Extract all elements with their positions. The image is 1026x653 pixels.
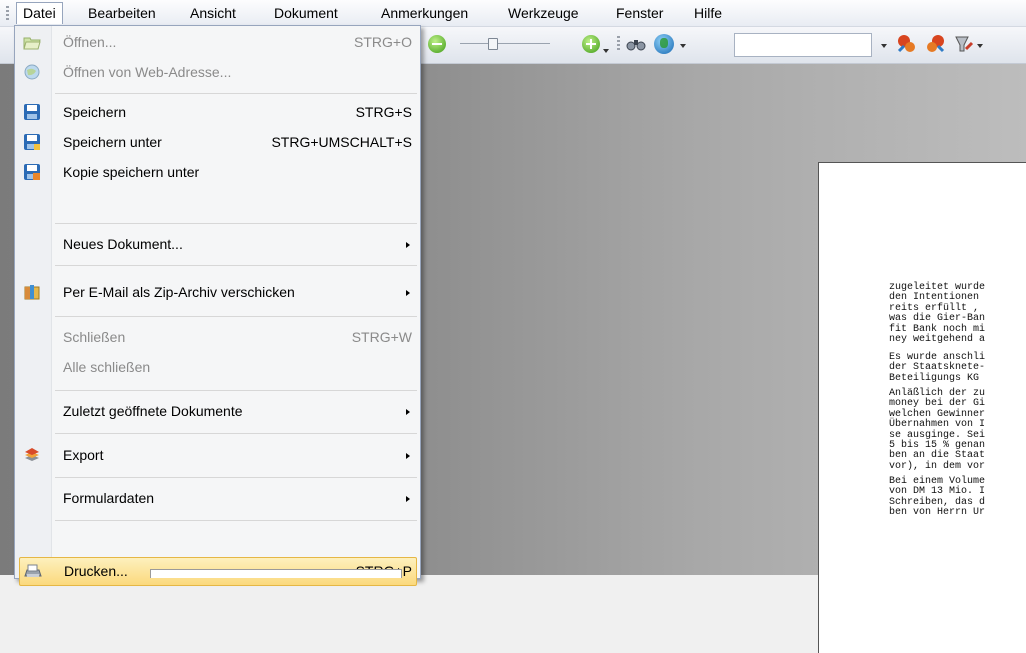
save-copy-icon xyxy=(23,163,41,181)
menu-item-close[interactable]: Schließen STRG+W xyxy=(15,322,420,352)
menu-item-save-copy[interactable]: Kopie speichern unter xyxy=(15,157,420,187)
partial-popup xyxy=(150,569,402,578)
export-icon xyxy=(23,446,41,464)
menubar-grip[interactable] xyxy=(6,6,9,20)
menu-item-shortcut: STRG+UMSCHALT+S xyxy=(271,134,412,150)
document-paragraph: Anläßlich der zu money bei der Gi welche… xyxy=(889,388,986,472)
menu-item-label: Export xyxy=(63,447,104,463)
menu-item-label: Alle schließen xyxy=(63,359,151,375)
menu-item-label: Öffnen... xyxy=(63,34,117,50)
menu-separator xyxy=(55,93,417,94)
zoom-in-icon[interactable] xyxy=(582,35,600,53)
highlighter-dropdown-arrow[interactable] xyxy=(977,44,983,48)
zoom-out-icon[interactable] xyxy=(428,35,446,53)
menu-item-close-all[interactable]: Alle schließen xyxy=(15,352,420,382)
save-disk-icon xyxy=(23,103,41,121)
menubar: Datei Bearbeiten Ansicht Dokument Anmerk… xyxy=(0,0,1026,27)
document-paragraph: Es wurde anschli der Staatsknete- Beteil… xyxy=(889,352,986,384)
zoom-dropdown-arrow[interactable] xyxy=(603,49,609,53)
search-dropdown-arrow[interactable] xyxy=(881,44,887,48)
submenu-arrow-icon xyxy=(406,453,410,459)
globe-icon[interactable] xyxy=(654,34,674,54)
menu-item-shortcut: STRG+S xyxy=(355,104,412,120)
menu-separator xyxy=(55,316,417,317)
menu-item-email-zip[interactable]: Per E-Mail als Zip-Archiv verschicken xyxy=(15,277,420,307)
menu-item-label: Zuletzt geöffnete Dokumente xyxy=(63,403,243,419)
toolbar-grip xyxy=(617,36,620,52)
menu-ansicht[interactable]: Ansicht xyxy=(184,3,242,23)
menu-item-recent-documents[interactable]: Zuletzt geöffnete Dokumente xyxy=(15,396,420,426)
previous-result-icon[interactable] xyxy=(896,33,918,55)
next-result-icon[interactable] xyxy=(924,33,946,55)
menu-item-shortcut: STRG+O xyxy=(354,34,412,50)
menu-item-save-as[interactable]: Speichern unter STRG+UMSCHALT+S xyxy=(15,127,420,157)
document-paragraph: Bei einem Volume von DM 13 Mio. I Schrei… xyxy=(889,476,986,519)
menu-fenster[interactable]: Fenster xyxy=(610,3,669,23)
menu-item-form-data[interactable]: Formulardaten xyxy=(15,483,420,513)
submenu-arrow-icon xyxy=(406,409,410,415)
search-input[interactable] xyxy=(734,33,872,57)
menu-item-label: Drucken... xyxy=(64,563,128,579)
menu-separator xyxy=(55,223,417,224)
menu-dokument[interactable]: Dokument xyxy=(268,3,344,23)
menu-separator xyxy=(55,477,417,478)
binoculars-icon[interactable] xyxy=(626,36,646,52)
menu-separator xyxy=(55,433,417,434)
menu-datei[interactable]: Datei xyxy=(16,2,63,24)
web-open-icon xyxy=(23,63,41,81)
menu-item-label: Öffnen von Web-Adresse... xyxy=(63,64,232,80)
menu-item-new-document[interactable]: Neues Dokument... xyxy=(15,229,420,259)
save-as-icon xyxy=(23,133,41,151)
submenu-arrow-icon xyxy=(406,290,410,296)
open-folder-icon xyxy=(23,33,41,51)
menu-item-export[interactable]: Export xyxy=(15,440,420,470)
menu-item-label: Speichern unter xyxy=(63,134,162,150)
menu-bearbeiten[interactable]: Bearbeiten xyxy=(82,3,162,23)
menu-item-open[interactable]: Öffnen... STRG+O xyxy=(15,27,420,57)
menu-item-open-web[interactable]: Öffnen von Web-Adresse... xyxy=(15,57,420,87)
menu-item-label: Speichern xyxy=(63,104,127,120)
menu-item-save[interactable]: Speichern STRG+S xyxy=(15,97,420,127)
globe-dropdown-arrow[interactable] xyxy=(680,44,686,48)
printer-icon xyxy=(24,562,42,580)
submenu-arrow-icon xyxy=(406,242,410,248)
document-page[interactable]: zugeleitet wurde den Intentionen reits e… xyxy=(818,162,1026,653)
menu-item-label: Schließen xyxy=(63,329,126,345)
menu-werkzeuge[interactable]: Werkzeuge xyxy=(502,3,585,23)
document-paragraph: zugeleitet wurde den Intentionen reits e… xyxy=(889,282,986,346)
menu-anmerkungen[interactable]: Anmerkungen xyxy=(375,3,474,23)
zip-archive-icon xyxy=(23,283,41,301)
menu-separator xyxy=(55,265,417,266)
submenu-arrow-icon xyxy=(406,496,410,502)
menu-item-label: Kopie speichern unter xyxy=(63,164,200,180)
menu-item-label: Neues Dokument... xyxy=(63,236,183,252)
menu-separator xyxy=(55,390,417,391)
menu-item-shortcut: STRG+W xyxy=(351,329,412,345)
zoom-slider[interactable] xyxy=(460,37,550,51)
menu-item-label: Formulardaten xyxy=(63,490,155,506)
menu-item-label: Per E-Mail als Zip-Archiv verschicken xyxy=(63,284,295,300)
menu-hilfe[interactable]: Hilfe xyxy=(688,3,728,23)
menu-separator xyxy=(55,520,417,521)
highlighter-icon[interactable] xyxy=(952,33,974,55)
file-menu-dropdown: Öffnen... STRG+O Öffnen von Web-Adresse.… xyxy=(14,25,421,586)
